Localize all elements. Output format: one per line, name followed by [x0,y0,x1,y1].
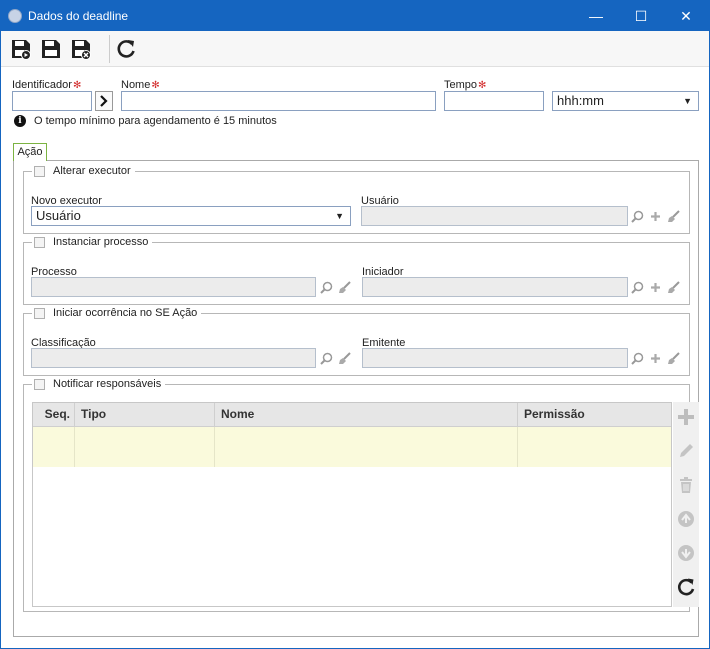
identificador-label: Identificador✻ [12,79,82,91]
app-icon [8,9,22,23]
search-icon[interactable] [318,349,334,367]
add-icon[interactable] [647,349,663,367]
time-format-select[interactable]: hhh:mm ▼ [552,91,699,111]
table-cell [75,427,215,467]
table-cell [215,427,518,467]
processo-input[interactable] [31,277,316,297]
refresh-icon [677,578,695,596]
refresh-grid-button[interactable] [674,575,698,599]
table-cell [518,427,646,467]
search-icon[interactable] [629,349,645,367]
iniciador-input[interactable] [362,277,628,297]
column-header-tipo[interactable]: Tipo [75,403,215,427]
search-icon[interactable] [318,278,334,296]
identificador-input[interactable] [12,91,92,111]
nome-input[interactable] [121,91,436,111]
tab-acao[interactable]: Ação [13,143,47,161]
required-icon: ✻ [478,80,487,91]
search-icon[interactable] [629,207,645,225]
delete-row-button[interactable] [674,473,698,497]
instanciar-processo-checkbox[interactable] [34,236,45,248]
info-message: i O tempo mínimo para agendamento é 15 m… [14,115,277,127]
required-icon: ✻ [151,80,160,91]
save-and-close-button[interactable] [69,37,93,61]
column-header-seq[interactable]: Seq. [33,403,75,427]
group-notificar-responsaveis: Notificar responsáveis Seq. Tipo Nome Pe… [23,378,699,612]
classificacao-input[interactable] [31,348,316,368]
save-button[interactable] [39,37,63,61]
dropdown-arrow-icon: ▼ [335,211,344,221]
clear-icon[interactable] [665,278,681,296]
add-icon[interactable] [647,278,663,296]
iniciar-ocorrencia-label: Iniciar ocorrência no SE Ação [53,307,198,319]
novo-executor-select[interactable]: Usuário ▼ [31,206,351,226]
novo-executor-value: Usuário [36,208,81,223]
usuario-input[interactable] [361,206,628,226]
info-icon: i [14,115,26,127]
clear-icon[interactable] [336,349,352,367]
tempo-label: Tempo✻ [444,79,487,91]
tab-panel-acao: Alterar executor Novo executor Usuário ▼… [13,160,699,637]
save-and-new-button[interactable] [9,37,33,61]
instanciar-processo-label: Instanciar processo [53,236,149,248]
iniciar-ocorrencia-checkbox[interactable] [34,307,45,319]
info-text: O tempo mínimo para agendamento é 15 min… [34,115,277,127]
clear-icon[interactable] [336,278,352,296]
instanciar-processo-legend: Instanciar processo [32,236,153,248]
clear-icon[interactable] [665,349,681,367]
nome-label: Nome✻ [121,79,160,91]
toolbar-separator [109,35,110,63]
add-icon[interactable] [647,207,663,225]
table-cell [33,427,75,467]
save-icon [42,40,60,58]
refresh-icon [117,40,135,58]
maximize-button[interactable]: ☐ [618,1,664,31]
identificador-lookup-button[interactable] [95,91,113,111]
chevron-right-icon [100,95,108,107]
move-down-button[interactable] [674,541,698,565]
edit-row-button[interactable] [674,439,698,463]
column-header-nome[interactable]: Nome [215,403,518,427]
refresh-button[interactable] [114,37,138,61]
arrow-up-circle-icon [678,511,694,527]
alterar-executor-label: Alterar executor [53,165,131,177]
notificar-legend: Notificar responsáveis [32,378,166,390]
save-new-icon [12,40,31,60]
dialog-window: Dados do deadline — ☐ ✕ Identificador✻ N… [0,0,710,649]
clear-icon[interactable] [665,207,681,225]
move-up-button[interactable] [674,507,698,531]
group-alterar-executor: Alterar executor Novo executor Usuário ▼… [23,165,690,234]
save-close-icon [72,40,91,60]
search-icon[interactable] [629,278,645,296]
notificar-label: Notificar responsáveis [53,378,162,390]
minimize-button[interactable]: — [573,1,619,31]
emitente-input[interactable] [362,348,628,368]
iniciar-ocorrencia-legend: Iniciar ocorrência no SE Ação [32,307,202,319]
group-iniciar-ocorrencia: Iniciar ocorrência no SE Ação Classifica… [23,307,690,376]
alterar-executor-legend: Alterar executor [32,165,135,177]
plus-icon [678,409,694,425]
notificar-checkbox[interactable] [34,378,45,390]
responsaveis-grid: Seq. Tipo Nome Permissão [32,402,672,607]
pencil-icon [680,444,693,457]
grid-header: Seq. Tipo Nome Permissão [33,403,671,427]
group-instanciar-processo: Instanciar processo Processo Iniciador [23,236,690,305]
column-header-permissao[interactable]: Permissão [518,403,646,427]
required-icon: ✻ [72,80,82,91]
trash-icon [680,477,692,493]
tempo-input[interactable] [444,91,544,111]
alterar-executor-checkbox[interactable] [34,165,45,177]
title-bar: Dados do deadline — ☐ ✕ [1,1,709,31]
window-title: Dados do deadline [28,9,129,23]
add-row-button[interactable] [674,405,698,429]
time-format-value: hhh:mm [557,93,604,108]
toolbar [1,31,709,67]
table-row[interactable] [33,427,671,467]
close-button[interactable]: ✕ [663,1,709,31]
dropdown-arrow-icon: ▼ [683,96,692,106]
grid-action-bar [673,402,699,607]
arrow-down-circle-icon [678,545,694,561]
